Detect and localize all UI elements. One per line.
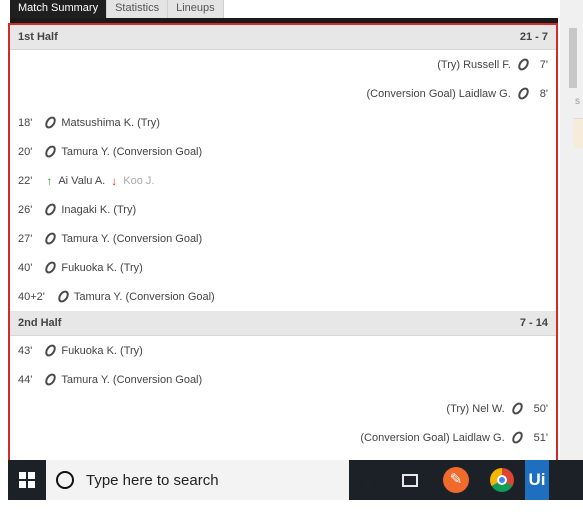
event-minute: 8' [539,87,548,100]
event-text: Tamura Y. (Conversion Goal) [61,232,203,245]
tab-lineups[interactable]: Lineups [168,0,224,18]
event-minute: 20' [18,145,33,158]
match-event-row: (Try) Russell F. 7' [10,50,556,79]
event-minute: 26' [18,203,33,216]
match-summary-panel: 1st Half 21 - 7 (Try) Russell F. 7' (Convers… [8,23,558,498]
event-minute: 51' [533,431,548,444]
event-minute: 44' [18,373,33,386]
event-text: Tamura Y. (Conversion Goal) [73,290,215,303]
background-window-strip [574,118,583,148]
event-minute: 27' [18,232,33,245]
windows-start-icon [19,472,35,488]
rugby-ball-icon [515,56,531,73]
match-event-row: (Conversion Goal) Laidlaw G. 8' [10,79,556,108]
rugby-ball-icon [55,288,71,305]
event-text: (Conversion Goal) Laidlaw G. [360,431,505,444]
event-minute: 40+2' [18,290,45,303]
rugby-ball-icon [43,201,59,218]
event-minute: 43' [18,344,33,357]
tab-statistics[interactable]: Statistics [107,0,169,18]
match-event-row: 44' Tamura Y. (Conversion Goal) [10,365,556,394]
task-view-button[interactable] [387,460,433,500]
taskbar-search-box[interactable]: Type here to search [46,460,349,500]
half-header: 1st Half 21 - 7 [10,25,556,50]
search-input[interactable]: Type here to search [86,472,349,489]
event-text: Matsushima K. (Try) [61,116,160,129]
microphone-button[interactable] [349,460,387,500]
chrome-icon [490,468,514,492]
task-view-icon [402,473,418,487]
rugby-ball-icon [515,85,531,102]
half-score: 7 - 14 [519,317,548,329]
chrome-button[interactable] [479,460,525,500]
start-button[interactable] [8,460,46,500]
search-circle-icon [56,471,74,489]
half-title: 1st Half [18,31,58,43]
rugby-ball-icon [43,230,59,247]
event-minute: 40' [18,261,33,274]
event-text: Tamura Y. (Conversion Goal) [61,145,203,158]
rugby-ball-icon [509,400,525,417]
event-text: Fukuoka K. (Try) [61,344,143,357]
match-event-row: 40+2' Tamura Y. (Conversion Goal) [10,282,556,311]
match-event-row: 43' Fukuoka K. (Try) [10,336,556,365]
event-text: Tamura Y. (Conversion Goal) [61,373,203,386]
event-text: (Conversion Goal) Laidlaw G. [366,87,511,100]
sub-in-arrow-icon: ↑ [46,173,53,188]
rugby-ball-icon [43,143,59,160]
background-window-text: s [575,96,580,107]
rugby-ball-icon [43,371,59,388]
event-minute: 22' [18,174,33,187]
match-event-row: 27' Tamura Y. (Conversion Goal) [10,224,556,253]
player-out: Koo J. [123,174,155,187]
rugby-ball-icon [43,259,59,276]
pen-app-button[interactable]: ✎ [433,460,479,500]
event-text: Inagaki K. (Try) [61,203,137,216]
match-event-row: 40' Fukuoka K. (Try) [10,253,556,282]
rugby-ball-icon [43,114,59,131]
pen-app-icon: ✎ [443,467,469,493]
tab-bar: Match Summary Statistics Lineups [10,0,224,20]
match-event-row: (Conversion Goal) Laidlaw G. 51' [10,423,556,452]
half-header: 2nd Half 7 - 14 [10,311,556,336]
microphone-icon [364,473,372,487]
windows-taskbar: Type here to search ✎ Ui [8,460,583,500]
player-in: Ai Valu A. [58,174,106,187]
scrollbar-thumb[interactable] [569,28,577,88]
event-text: (Try) Nel W. [446,402,505,415]
event-minute: 18' [18,116,33,129]
event-minute: 50' [533,402,548,415]
half-score: 21 - 7 [519,31,548,43]
sub-out-arrow-icon: ↓ [111,173,118,188]
ui-app-icon[interactable]: Ui [525,460,549,500]
event-text: (Try) Russell F. [437,58,511,71]
rugby-ball-icon [509,429,525,446]
match-event-row: (Try) Nel W. 50' [10,394,556,423]
match-event-row: 18' Matsushima K. (Try) [10,108,556,137]
tab-match-summary[interactable]: Match Summary [10,0,108,18]
event-minute: 7' [539,58,548,71]
match-event-row: 26' Inagaki K. (Try) [10,195,556,224]
match-event-row: 20' Tamura Y. (Conversion Goal) [10,137,556,166]
half-title: 2nd Half [18,317,62,329]
match-event-row: 22' ↑ Ai Valu A. ↓ Koo J. [10,166,556,195]
event-text: Fukuoka K. (Try) [61,261,143,274]
rugby-ball-icon [43,342,59,359]
